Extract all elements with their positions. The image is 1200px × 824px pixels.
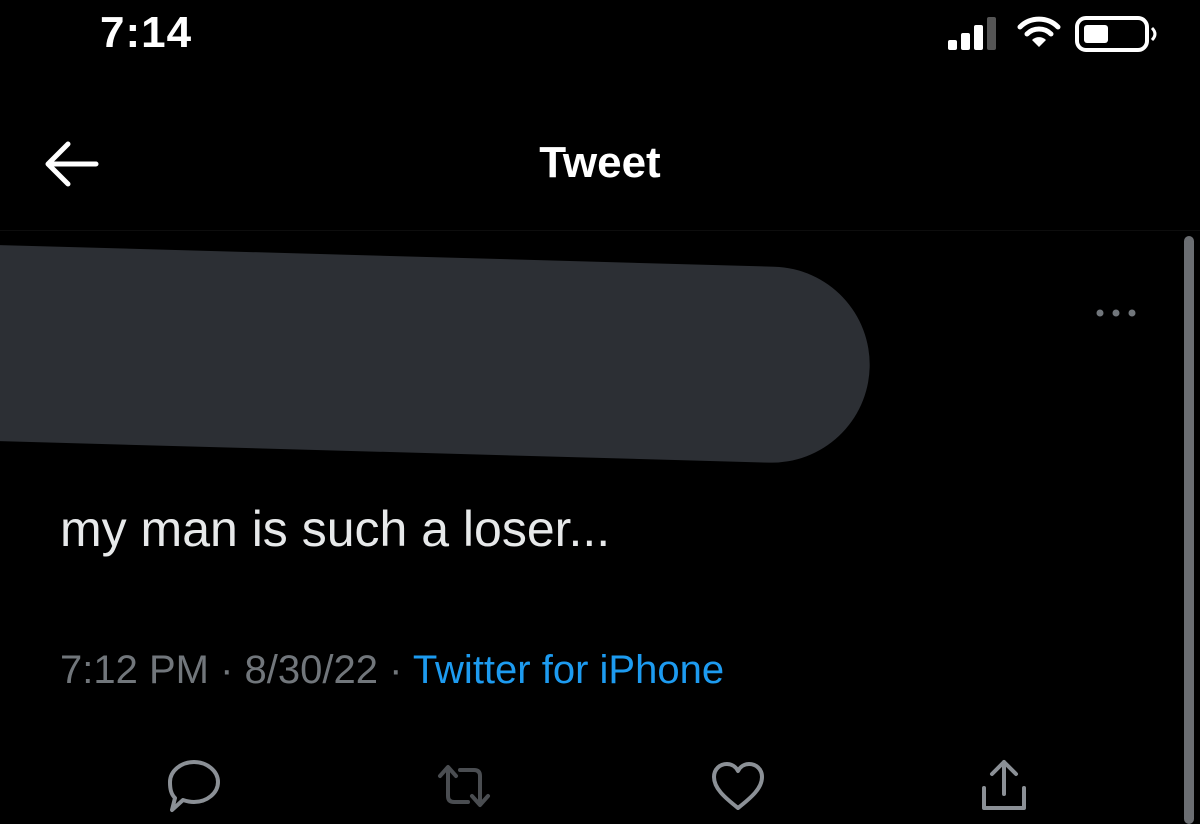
share-icon — [982, 760, 1026, 810]
action-bar — [0, 740, 1200, 824]
meta-separator: · — [208, 648, 245, 692]
more-button[interactable] — [1090, 298, 1146, 328]
reply-button[interactable] — [162, 754, 226, 818]
status-bar: 7:14 — [0, 0, 1200, 80]
status-time: 7:14 — [100, 8, 193, 57]
cellular-signal-icon — [946, 14, 1006, 50]
share-button[interactable] — [972, 754, 1036, 818]
tweet-text: my man is such a loser... — [60, 501, 611, 557]
battery-icon — [1074, 14, 1160, 54]
tweet-time: 7:12 PM — [60, 648, 209, 692]
reply-icon — [168, 760, 220, 812]
header-divider — [0, 230, 1200, 231]
wifi-icon — [1016, 14, 1062, 50]
like-button[interactable] — [706, 754, 770, 818]
meta-separator: · — [377, 648, 413, 692]
retweet-button[interactable] — [432, 754, 496, 818]
header: Tweet — [0, 120, 1200, 216]
more-horizontal-icon — [1096, 309, 1136, 317]
redaction-overlay — [0, 244, 873, 466]
page-title: Tweet — [539, 138, 661, 187]
heart-icon — [712, 762, 764, 810]
tweet-source-link[interactable]: Twitter for iPhone — [413, 648, 724, 692]
scrollbar[interactable] — [1184, 236, 1194, 824]
tweet-date: 8/30/22 — [244, 648, 378, 692]
tweet-meta: 7:12 PM · 8/30/22 · Twitter for iPhone — [60, 648, 724, 693]
retweet-icon — [438, 765, 490, 807]
